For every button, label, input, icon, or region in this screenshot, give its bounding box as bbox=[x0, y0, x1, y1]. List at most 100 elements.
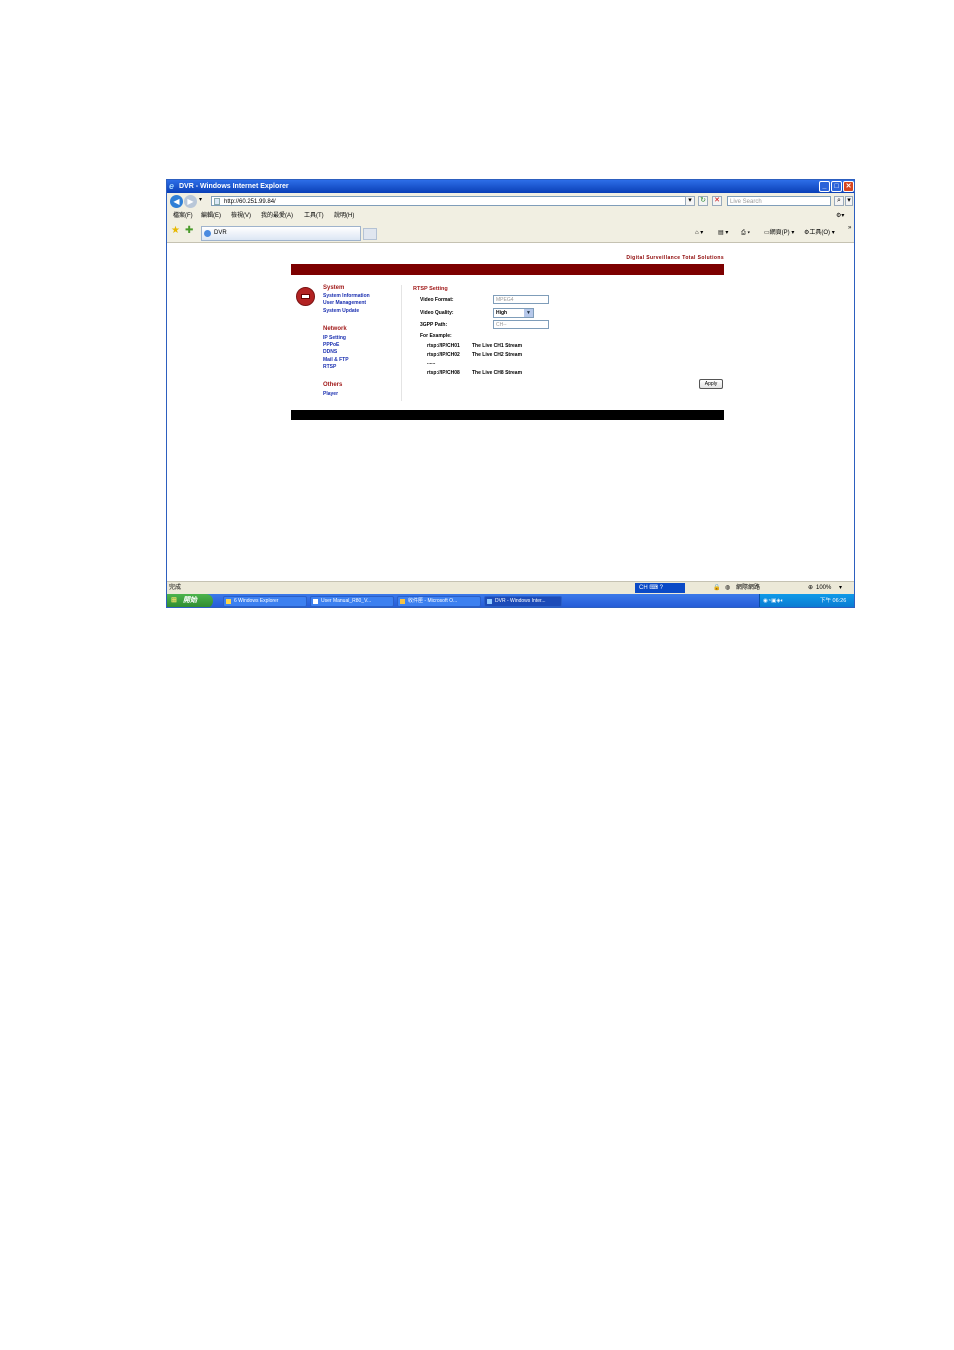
window-title: DVR - Windows Internet Explorer bbox=[179, 183, 289, 190]
new-tab-button[interactable] bbox=[363, 228, 377, 240]
chevron-down-icon: ▼ bbox=[524, 309, 533, 317]
example-ellipsis: ...... bbox=[427, 360, 436, 366]
history-dropdown-icon[interactable]: ▾ bbox=[199, 196, 202, 203]
menu-view[interactable]: 檢視(V) bbox=[231, 210, 251, 223]
address-url: http://60.251.99.84/ bbox=[224, 199, 276, 205]
print-icon[interactable]: ⎙ ▾ bbox=[741, 223, 750, 243]
windows-logo-icon: ⊞ bbox=[171, 597, 177, 604]
address-input[interactable]: http://60.251.99.84/ bbox=[211, 196, 693, 206]
tab-label: DVR bbox=[214, 230, 227, 236]
video-format-label: Video Format: bbox=[420, 297, 454, 303]
stop-icon[interactable]: ✕ bbox=[712, 196, 722, 206]
video-format-field: MPEG4 bbox=[493, 295, 549, 304]
menu-edit[interactable]: 編輯(E) bbox=[201, 210, 221, 223]
system-tray: ◉◔▣◈◐ 下午 06:26 bbox=[759, 594, 854, 607]
sidebar-item-pppoe[interactable]: PPPoE bbox=[323, 342, 339, 348]
search-options-icon[interactable]: ▾ bbox=[845, 196, 853, 206]
taskbar-item[interactable]: 6 Windows Explorer bbox=[223, 596, 307, 607]
sidebar-item-rtsp[interactable]: RTSP bbox=[323, 364, 336, 370]
path-label: 3GPP Path: bbox=[420, 322, 448, 328]
clock[interactable]: 下午 06:26 bbox=[820, 594, 846, 607]
menu-tools[interactable]: 工具(T) bbox=[304, 210, 324, 223]
taskbar-item[interactable]: User Manual_R80_V... bbox=[310, 596, 394, 607]
example-desc: The Live CH1 Stream bbox=[472, 343, 523, 349]
sidebar-item-user-management[interactable]: User Management bbox=[323, 300, 366, 306]
page-menu[interactable]: ▭網頁(P) ▾ bbox=[764, 223, 794, 243]
sidebar-section-others: Others bbox=[323, 382, 343, 388]
back-button[interactable]: ◀ bbox=[170, 195, 183, 208]
tools-menu[interactable]: ⚙工具(O) ▾ bbox=[804, 223, 835, 243]
close-button[interactable]: ✕ bbox=[843, 181, 854, 192]
example-label: For Example: bbox=[420, 333, 452, 339]
taskbar: ⊞ 開始 6 Windows Explorer User Manual_R80_… bbox=[167, 594, 854, 607]
tray-icons[interactable]: ◉◔▣◈◐ bbox=[763, 594, 784, 607]
system-monitor-icon bbox=[296, 287, 315, 306]
footer-bar bbox=[291, 410, 724, 420]
sidebar-item-system-information[interactable]: System Information bbox=[323, 293, 370, 299]
menu-help[interactable]: 說明(H) bbox=[334, 210, 354, 223]
tab-dvr[interactable]: DVR bbox=[201, 226, 361, 241]
path-input[interactable]: CH-- bbox=[493, 320, 549, 329]
address-toolbar: ◀ ▶ ▾ http://60.251.99.84/ ▾ ↻ ✕ Live Se… bbox=[167, 193, 854, 210]
sidebar-item-ip-setting[interactable]: IP Setting bbox=[323, 335, 346, 341]
zoom-dropdown-icon[interactable]: ▾ bbox=[839, 582, 842, 594]
address-dropdown-icon[interactable]: ▾ bbox=[685, 196, 695, 206]
zoom-level[interactable]: 100% bbox=[816, 582, 831, 594]
taskbar-item-active[interactable]: DVR - Windows Inter... bbox=[484, 596, 562, 607]
keyboard-icon: ⌨ ? bbox=[649, 585, 664, 591]
tab-bar: ★ ✚ DVR ⌂ ▾ ▤ ▾ ⎙ ▾ ▭網頁(P) ▾ ⚙工具(O) ▾ » bbox=[167, 223, 854, 243]
rtsp-title: RTSP Setting bbox=[413, 286, 448, 292]
forward-button[interactable]: ▶ bbox=[184, 195, 197, 208]
page-content: Digital Surveillance Total Solutions Sys… bbox=[167, 243, 854, 581]
video-quality-label: Video Quality: bbox=[420, 310, 454, 316]
sidebar-item-system-update[interactable]: System Update bbox=[323, 308, 359, 314]
video-quality-select[interactable]: High ▼ bbox=[493, 308, 534, 318]
taskbar-item-label: 收件匣 - Microsoft O... bbox=[408, 598, 458, 604]
browser-window: e DVR - Windows Internet Explorer _ □ ✕ … bbox=[166, 179, 855, 608]
tools-menu-label: 工具(O) bbox=[809, 230, 831, 236]
language-code: CH bbox=[639, 585, 648, 591]
refresh-icon[interactable]: ↻ bbox=[698, 196, 708, 206]
example-path: rtsp://IP/CH02 bbox=[427, 352, 460, 358]
menu-favorites[interactable]: 我的最愛(A) bbox=[261, 210, 293, 223]
add-favorite-icon[interactable]: ✚ bbox=[185, 225, 193, 236]
apply-button[interactable]: Apply bbox=[699, 379, 723, 389]
toolbar-extension-icon[interactable]: ⚙▾ bbox=[836, 210, 844, 223]
start-button[interactable]: ⊞ 開始 bbox=[167, 594, 213, 607]
feeds-icon[interactable]: ▤ ▾ bbox=[718, 223, 728, 243]
example-path: rtsp://IP/CH08 bbox=[427, 370, 460, 376]
example-desc: The Live CH8 Stream bbox=[472, 370, 523, 376]
example-desc: The Live CH2 Stream bbox=[472, 352, 523, 358]
taskbar-item-label: DVR - Windows Inter... bbox=[495, 598, 546, 604]
mail-icon bbox=[400, 599, 405, 604]
status-text: 完成 bbox=[169, 585, 182, 591]
home-icon[interactable]: ⌂ ▾ bbox=[695, 223, 703, 243]
sidebar-item-mail-ftp[interactable]: Mail & FTP bbox=[323, 357, 349, 363]
search-icon[interactable]: ⌕ bbox=[834, 196, 844, 206]
maximize-button[interactable]: □ bbox=[831, 181, 842, 192]
sidebar-divider bbox=[401, 285, 402, 401]
search-input[interactable]: Live Search bbox=[727, 196, 831, 206]
toolbar-chevron[interactable]: » bbox=[848, 223, 851, 233]
tagline: Digital Surveillance Total Solutions bbox=[626, 255, 724, 261]
page-menu-label: 網頁(P) bbox=[769, 230, 790, 236]
zoom-icon[interactable]: ⊕ bbox=[808, 582, 813, 594]
minimize-button[interactable]: _ bbox=[819, 181, 830, 192]
language-bar[interactable]: CH ⌨ ? bbox=[635, 583, 685, 593]
sidebar-item-ddns[interactable]: DDNS bbox=[323, 349, 337, 355]
sidebar-item-player[interactable]: Player bbox=[323, 391, 338, 397]
example-path: rtsp://IP/CH01 bbox=[427, 343, 460, 349]
page-icon bbox=[214, 198, 220, 205]
sidebar-section-system: System bbox=[323, 285, 345, 291]
document-icon bbox=[313, 599, 318, 604]
taskbar-item-label: 6 Windows Explorer bbox=[234, 598, 279, 604]
favorites-star-icon[interactable]: ★ bbox=[171, 225, 180, 236]
taskbar-item-label: User Manual_R80_V... bbox=[321, 598, 372, 604]
menu-file[interactable]: 檔案(F) bbox=[173, 210, 193, 223]
tab-ie-icon bbox=[204, 230, 211, 237]
taskbar-item[interactable]: 收件匣 - Microsoft O... bbox=[397, 596, 481, 607]
title-bar: e DVR - Windows Internet Explorer _ □ ✕ bbox=[167, 180, 854, 193]
video-quality-value: High bbox=[496, 310, 508, 316]
folder-icon bbox=[226, 599, 231, 604]
ie-icon bbox=[487, 599, 492, 604]
